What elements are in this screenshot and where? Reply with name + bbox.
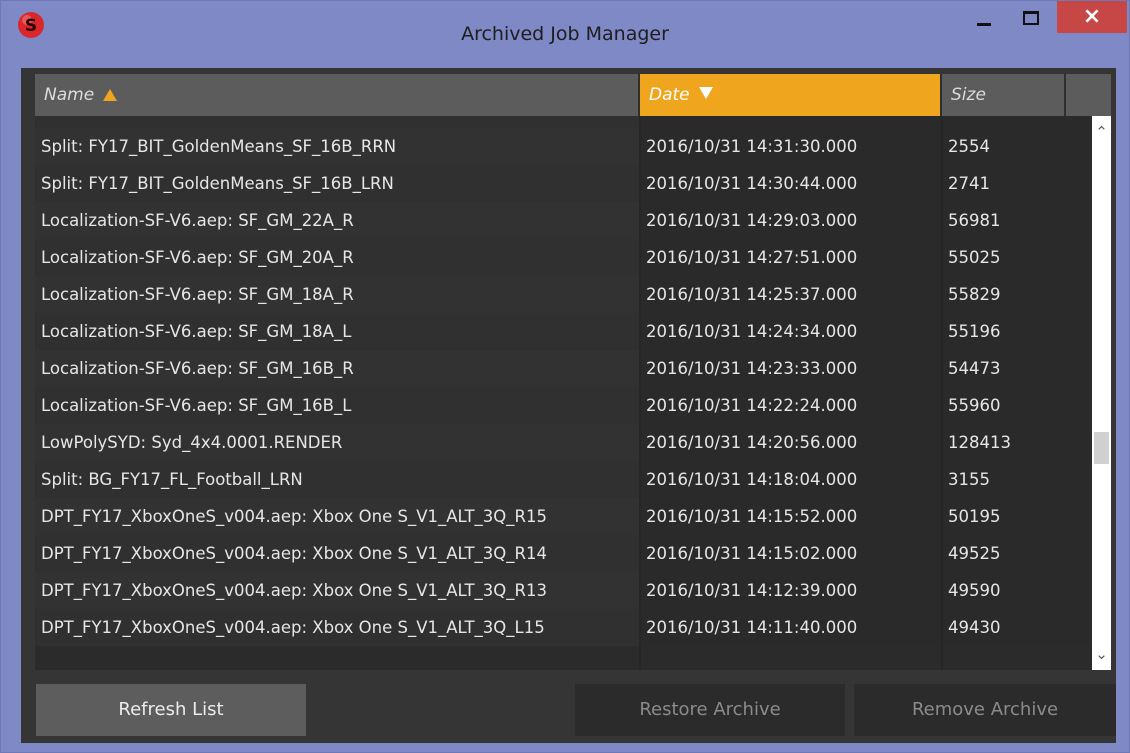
table-row[interactable]: Localization-SF-V6.aep: SF_GM_22A_R 2016/…: [35, 202, 1089, 239]
cell-date: 2016/10/31 14:23:33.000: [640, 350, 942, 387]
sort-ascending-icon: [103, 89, 118, 101]
cell-size: 49525: [942, 535, 1089, 572]
archived-jobs-table: Name Date Size Split: FY17_BIT_GoldenMea…: [35, 74, 1111, 670]
maximize-button[interactable]: [1009, 1, 1055, 33]
table-row[interactable]: DPT_FY17_XboxOneS_v004.aep: Xbox One S_V…: [35, 498, 1089, 535]
window-title: Archived Job Manager: [461, 23, 669, 45]
table-row[interactable]: DPT_FY17_XboxOneS_v004.aep: Xbox One S_V…: [35, 535, 1089, 572]
table-row[interactable]: Localization-SF-V6.aep: SF_GM_18A_L 2016/…: [35, 313, 1089, 350]
column-header-date-label: Date: [649, 85, 690, 105]
cell-date: 2016/10/31 14:15:52.000: [640, 498, 942, 535]
scrollbar-thumb[interactable]: [1094, 432, 1109, 464]
cell-partial: [35, 116, 640, 128]
cell-name: Localization-SF-V6.aep: SF_GM_16B_R: [35, 350, 640, 387]
cell-date: 2016/10/31 14:30:44.000: [640, 165, 942, 202]
archived-job-manager-window: S Archived Job Manager × Name Date Size …: [0, 0, 1130, 753]
cell-name: Split: FY17_BIT_GoldenMeans_SF_16B_LRN: [35, 165, 640, 202]
table-row[interactable]: Localization-SF-V6.aep: SF_GM_20A_R 2016/…: [35, 239, 1089, 276]
cell-date: 2016/10/31 14:25:37.000: [640, 276, 942, 313]
table-row[interactable]: Localization-SF-V6.aep: SF_GM_16B_L 2016/…: [35, 387, 1089, 424]
column-divider: [941, 116, 943, 670]
cell-size: 55196: [942, 313, 1089, 350]
table-body: Split: FY17_BIT_GoldenMeans_SF_16B_RRN 20…: [35, 116, 1089, 670]
cell-size: 55960: [942, 387, 1089, 424]
cell-partial: [640, 116, 1089, 128]
cell-date: 2016/10/31 14:15:02.000: [640, 535, 942, 572]
cell-size: 3155: [942, 461, 1089, 498]
cell-size: 49430: [942, 609, 1089, 646]
cell-size: 55829: [942, 276, 1089, 313]
cell-name: Localization-SF-V6.aep: SF_GM_20A_R: [35, 239, 640, 276]
sort-descending-icon: [698, 87, 713, 99]
column-header-date[interactable]: Date: [640, 74, 942, 116]
column-divider: [639, 116, 641, 670]
cell-name: Split: FY17_BIT_GoldenMeans_SF_16B_RRN: [35, 128, 640, 165]
table-row[interactable]: Localization-SF-V6.aep: SF_GM_18A_R 2016/…: [35, 276, 1089, 313]
cell-size: 54473: [942, 350, 1089, 387]
maximize-icon: [1023, 11, 1039, 25]
table-row[interactable]: Localization-SF-V6.aep: SF_GM_16B_R 2016/…: [35, 350, 1089, 387]
table-row[interactable]: DPT_FY17_XboxOneS_v004.aep: Xbox One S_V…: [35, 572, 1089, 609]
close-icon: ×: [1082, 4, 1102, 29]
cell-name: Localization-SF-V6.aep: SF_GM_16B_L: [35, 387, 640, 424]
cell-date: 2016/10/31 14:20:56.000: [640, 424, 942, 461]
cell-name: DPT_FY17_XboxOneS_v004.aep: Xbox One S_V…: [35, 498, 640, 535]
close-button[interactable]: ×: [1057, 1, 1127, 33]
cell-size: 50195: [942, 498, 1089, 535]
cell-size: 2741: [942, 165, 1089, 202]
cell-date: 2016/10/31 14:18:04.000: [640, 461, 942, 498]
table-row[interactable]: Split: FY17_BIT_GoldenMeans_SF_16B_LRN 20…: [35, 165, 1089, 202]
column-header-size-label: Size: [951, 85, 986, 105]
cell-name: Split: BG_FY17_FL_Football_LRN: [35, 461, 640, 498]
cell-name: DPT_FY17_XboxOneS_v004.aep: Xbox One S_V…: [35, 609, 640, 646]
table-row-partial[interactable]: [35, 116, 1089, 128]
table-row[interactable]: Split: FY17_BIT_GoldenMeans_SF_16B_RRN 20…: [35, 128, 1089, 165]
vertical-scrollbar[interactable]: ⌃ ⌄: [1092, 116, 1111, 670]
cell-name: LowPolySYD: Syd_4x4.0001.RENDER: [35, 424, 640, 461]
cell-name: Localization-SF-V6.aep: SF_GM_18A_L: [35, 313, 640, 350]
table-row[interactable]: DPT_FY17_XboxOneS_v004.aep: Xbox One S_V…: [35, 609, 1089, 646]
minimize-button[interactable]: [961, 1, 1007, 33]
refresh-list-button[interactable]: Refresh List: [36, 684, 306, 736]
cell-date: 2016/10/31 14:24:34.000: [640, 313, 942, 350]
cell-size: 56981: [942, 202, 1089, 239]
restore-archive-button[interactable]: Restore Archive: [575, 684, 845, 736]
cell-name: DPT_FY17_XboxOneS_v004.aep: Xbox One S_V…: [35, 572, 640, 609]
cell-date: 2016/10/31 14:22:24.000: [640, 387, 942, 424]
minimize-icon: [977, 23, 991, 26]
content-panel: Name Date Size Split: FY17_BIT_GoldenMea…: [21, 68, 1116, 743]
column-header-size[interactable]: Size: [942, 74, 1066, 116]
column-header-name-label: Name: [44, 85, 95, 105]
scroll-down-icon[interactable]: ⌄: [1092, 644, 1111, 664]
cell-size: 55025: [942, 239, 1089, 276]
column-header-spacer: [1066, 74, 1111, 116]
table-row[interactable]: Split: BG_FY17_FL_Football_LRN 2016/10/31…: [35, 461, 1089, 498]
cell-date: 2016/10/31 14:12:39.000: [640, 572, 942, 609]
remove-archive-button[interactable]: Remove Archive: [854, 684, 1116, 736]
cell-date: 2016/10/31 14:11:40.000: [640, 609, 942, 646]
column-header-name[interactable]: Name: [35, 74, 640, 116]
cell-date: 2016/10/31 14:29:03.000: [640, 202, 942, 239]
cell-size: 128413: [942, 424, 1089, 461]
cell-date: 2016/10/31 14:31:30.000: [640, 128, 942, 165]
cell-date: 2016/10/31 14:27:51.000: [640, 239, 942, 276]
cell-name: Localization-SF-V6.aep: SF_GM_18A_R: [35, 276, 640, 313]
cell-size: 2554: [942, 128, 1089, 165]
table-row[interactable]: LowPolySYD: Syd_4x4.0001.RENDER 2016/10/3…: [35, 424, 1089, 461]
cell-name: Localization-SF-V6.aep: SF_GM_22A_R: [35, 202, 640, 239]
cell-name: DPT_FY17_XboxOneS_v004.aep: Xbox One S_V…: [35, 535, 640, 572]
title-bar[interactable]: S Archived Job Manager ×: [1, 1, 1129, 51]
cell-size: 49590: [942, 572, 1089, 609]
scroll-up-icon[interactable]: ⌃: [1092, 122, 1111, 142]
